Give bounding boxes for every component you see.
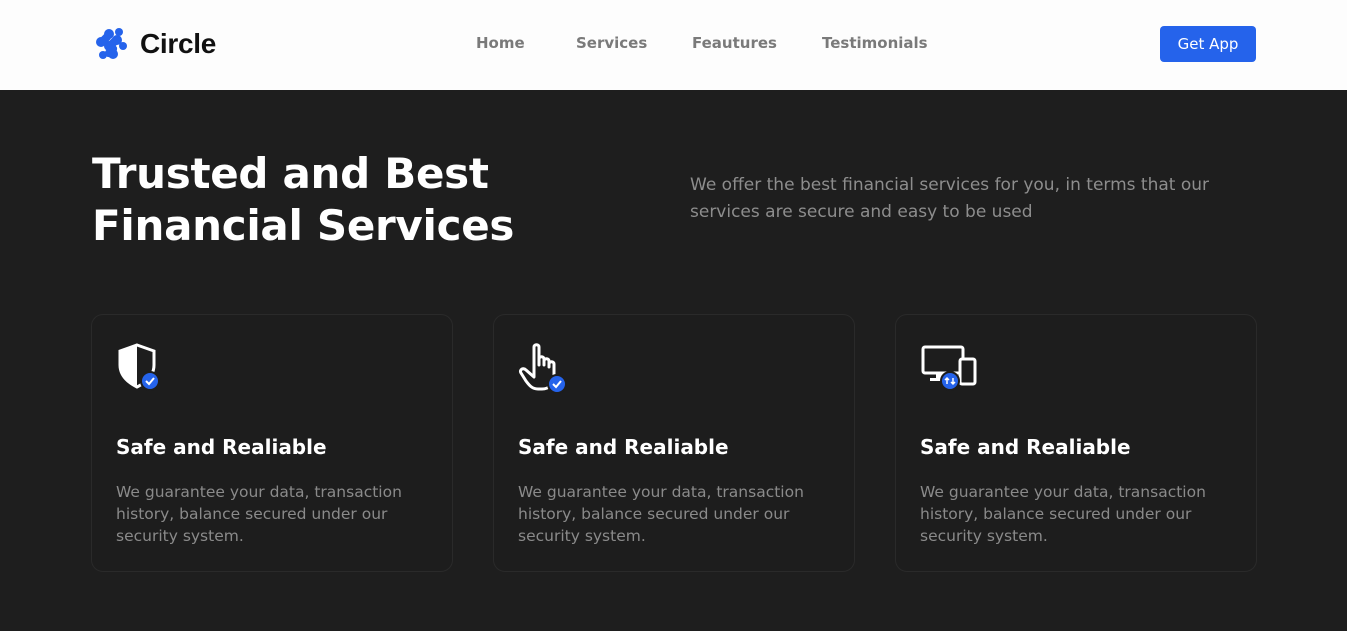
card-title: Safe and Realiable [518,435,729,459]
hero-description: We offer the best financial services for… [690,175,1210,222]
hero-title-line2: Financial Services [92,201,515,250]
nav-link-home[interactable]: Home [476,34,576,52]
card-title: Safe and Realiable [116,435,327,459]
devices-sync-icon [921,345,977,391]
feature-card: Safe and Realiable We guarantee your dat… [91,314,453,572]
card-text: We guarantee your data, transaction hist… [116,483,402,545]
brand-name: Circle [140,28,217,59]
get-app-button[interactable]: Get App [1160,26,1256,62]
card-text: We guarantee your data, transaction hist… [518,483,804,545]
brand-logo[interactable]: Circle [92,24,216,64]
card-text: We guarantee your data, transaction hist… [920,483,1206,545]
main-nav: Home Services Feautures Testimonials [476,34,928,52]
nav-link-testimonials[interactable]: Testimonials [822,34,928,52]
hero-title: Trusted and Best Financial Services [92,148,514,252]
nav-link-features[interactable]: Feautures [692,34,822,52]
hero-title-line1: Trusted and Best [92,149,489,198]
shield-check-icon [118,343,160,391]
feature-card: Safe and Realiable We guarantee your dat… [493,314,855,572]
card-title: Safe and Realiable [920,435,1131,459]
pointer-hand-check-icon [519,343,567,394]
circle-logo-icon [96,28,127,59]
feature-card: Safe and Realiable We guarantee your dat… [895,314,1257,572]
nav-link-services[interactable]: Services [576,34,692,52]
site-header: Circle Home Services Feautures Testimoni… [0,0,1347,90]
